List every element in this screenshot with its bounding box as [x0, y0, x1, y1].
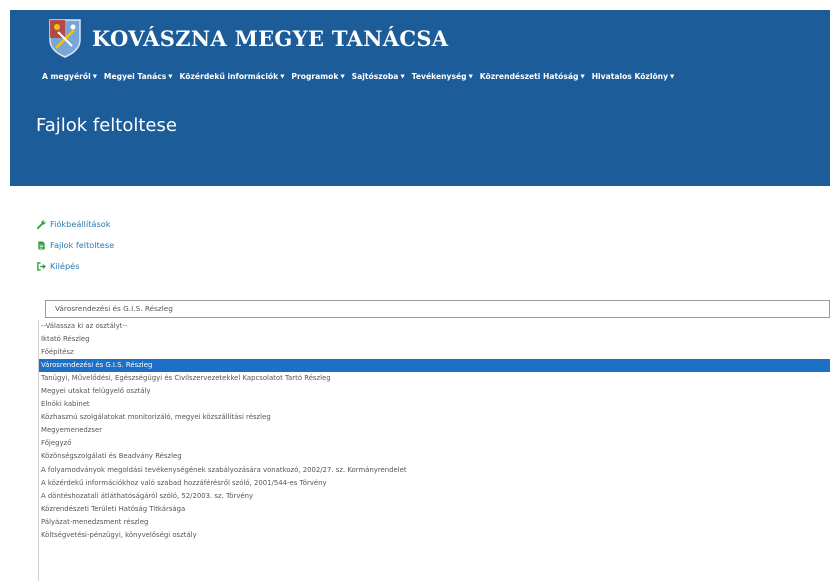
department-option-selected[interactable]: Városrendezési és G.I.S. Részleg — [39, 359, 830, 373]
department-option[interactable]: A döntéshozatali átláthatóságáról szóló,… — [39, 490, 830, 503]
department-option[interactable]: Közrendészeti Területi Hatóság Titkárság… — [39, 503, 830, 516]
caret-down-icon: ▼ — [670, 74, 675, 80]
file-upload-label: Fajlok feltoltese — [50, 240, 115, 250]
caret-down-icon: ▼ — [400, 74, 405, 80]
file-icon — [38, 240, 45, 250]
nav-item-megyei-tanacs[interactable]: Megyei Tanács ▼ — [104, 72, 173, 81]
department-option[interactable]: Főjegyző — [39, 437, 830, 450]
department-select[interactable]: Városrendezési és G.I.S. Részleg — [45, 300, 830, 318]
department-option[interactable]: Közhasznú szolgálatokat monitorizáló, me… — [39, 411, 830, 424]
logo-row[interactable]: KOVÁSZNA MEGYE TANÁCSA — [48, 18, 448, 58]
nav-item-kozerdeku-informaciok[interactable]: Közérdekű információk ▼ — [180, 72, 285, 81]
caret-down-icon: ▼ — [580, 74, 585, 80]
department-option[interactable]: A közérdekű információkhoz való szabad h… — [39, 477, 830, 490]
caret-down-icon: ▼ — [280, 74, 285, 80]
department-option[interactable]: Tanügyi, Művelődési, Egészségügyi és Civ… — [39, 372, 830, 385]
nav-item-programok[interactable]: Programok ▼ — [291, 72, 344, 81]
nav-item-kozrendeszeti-hatosag[interactable]: Közrendészeti Hatóság ▼ — [480, 72, 585, 81]
caret-down-icon: ▼ — [92, 74, 97, 80]
nav-item-a-megyerol[interactable]: A megyéről ▼ — [42, 72, 97, 81]
logout-label: Kilépés — [50, 261, 80, 271]
caret-down-icon: ▼ — [340, 74, 345, 80]
department-option[interactable]: Megyemenedzser — [39, 424, 830, 437]
caret-down-icon: ▼ — [168, 74, 173, 80]
department-option[interactable]: Közönségszolgálati és Beadvány Részleg — [39, 450, 830, 463]
county-crest-icon — [49, 19, 81, 58]
file-upload-link[interactable]: Fajlok feltoltese — [37, 237, 114, 253]
wrench-icon — [37, 220, 46, 229]
page-title: Fajlok feltoltese — [36, 115, 177, 136]
account-menu: Fiókbeállítások Fajlok feltoltese Kilépé… — [37, 216, 114, 279]
account-settings-link[interactable]: Fiókbeállítások — [37, 216, 114, 232]
account-settings-label: Fiókbeállítások — [50, 219, 111, 229]
caret-down-icon: ▼ — [468, 74, 473, 80]
department-option[interactable]: Iktató Részleg — [39, 333, 830, 346]
sign-out-icon — [37, 261, 46, 271]
nav-item-tevekenyseg[interactable]: Tevékenység ▼ — [412, 72, 473, 81]
department-option[interactable]: --Válassza ki az osztályt-- — [39, 320, 830, 333]
department-options-list: --Válassza ki az osztályt-- Iktató Részl… — [38, 320, 830, 581]
nav-item-sajtoszoba[interactable]: Sajtószoba ▼ — [352, 72, 405, 81]
site-header: KOVÁSZNA MEGYE TANÁCSA A megyéről ▼ Megye… — [10, 10, 830, 186]
main-nav: A megyéről ▼ Megyei Tanács ▼ Közérdekű inf… — [42, 72, 681, 81]
department-option[interactable]: Megyei utakat felügyelő osztály — [39, 385, 830, 398]
department-option[interactable]: A folyamodványok megoldási tevékenységén… — [39, 464, 830, 477]
department-option[interactable]: Pályázat-menedzsment részleg — [39, 516, 830, 529]
department-option[interactable]: Főépítész — [39, 346, 830, 359]
logout-link[interactable]: Kilépés — [37, 258, 114, 274]
nav-item-hivatalos-kozlony[interactable]: Hivatalos Közlöny ▼ — [592, 72, 675, 81]
site-title: KOVÁSZNA MEGYE TANÁCSA — [92, 25, 449, 51]
department-option[interactable]: Költségvetési-pénzügyi, könyvelőségi osz… — [39, 529, 830, 542]
department-option[interactable]: Elnöki kabinet — [39, 398, 830, 411]
